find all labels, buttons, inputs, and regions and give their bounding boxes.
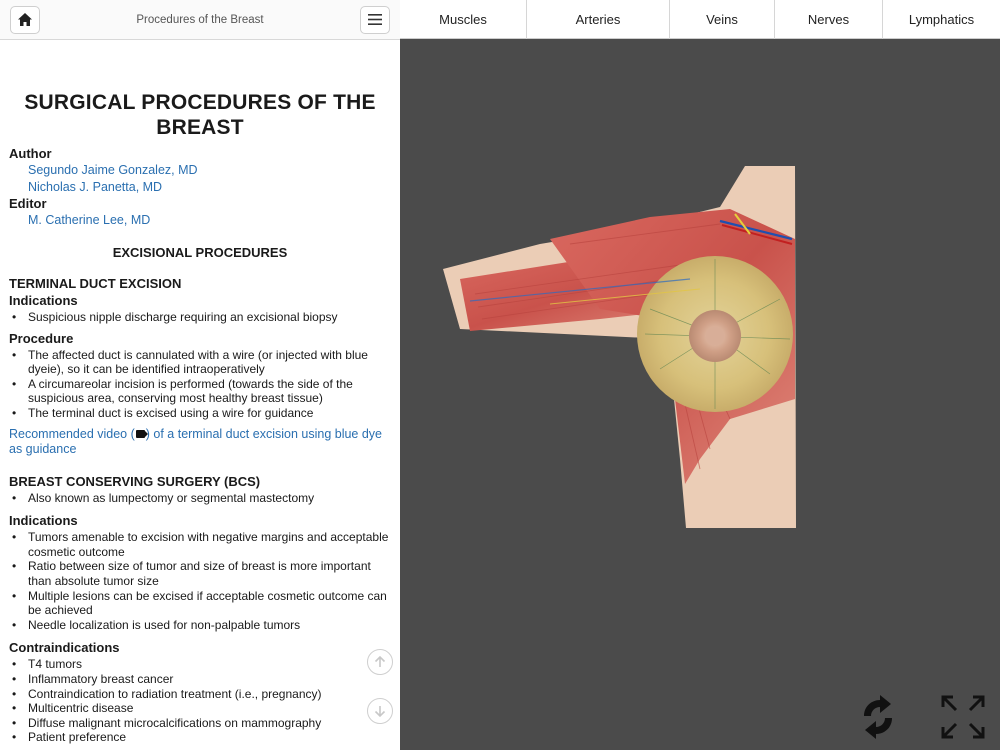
section-title: EXCISIONAL PROCEDURES (112, 245, 288, 260)
list-item: Patient preference (9, 730, 391, 745)
home-button[interactable] (10, 5, 40, 34)
menu-button[interactable] (360, 5, 390, 34)
layer-tabs: Muscles Arteries Veins Nerves Lymphatics (400, 0, 1000, 39)
aka-list: Also known as lumpectomy or segmental ma… (9, 491, 391, 506)
list-item: Contraindication to radiation treatment … (9, 687, 391, 702)
list-item: The affected duct is cannulated with a w… (9, 348, 391, 377)
arrow-up-circle-icon (374, 655, 386, 667)
author-label: Author (9, 146, 52, 161)
list-item: Needle localization is used for non-palp… (9, 618, 391, 633)
contraindications-list: T4 tumors Inflammatory breast cancer Con… (9, 657, 391, 745)
list-item: Tumors amenable to excision with negativ… (9, 530, 391, 559)
recommended-video-link[interactable]: Recommended video () of a terminal duct … (9, 427, 391, 458)
3d-viewer[interactable] (400, 39, 1000, 750)
tab-lymphatics[interactable]: Lymphatics (883, 0, 1000, 39)
indications-label: Indications (9, 513, 78, 529)
list-item: A circumareolar incision is performed (t… (9, 377, 391, 406)
list-item: Multiple lesions can be excised if accep… (9, 589, 391, 618)
content-topbar: Procedures of the Breast (0, 0, 400, 40)
tab-veins[interactable]: Veins (670, 0, 775, 39)
content-panel: Procedures of the Breast SURGICAL PROCED… (0, 0, 400, 750)
tab-arteries[interactable]: Arteries (527, 0, 670, 39)
document-title: SURGICAL PROCEDURES OF THE BREAST (24, 91, 376, 139)
indications-list: Tumors amenable to excision with negativ… (9, 530, 391, 632)
fullscreen-button[interactable] (940, 694, 986, 745)
procedure-label: Procedure (9, 330, 74, 346)
indications-label: Indications (9, 293, 78, 308)
procedure-title: BREAST CONSERVING SURGERY (BCS) (9, 473, 261, 489)
procedure-list: The affected duct is cannulated with a w… (9, 348, 391, 421)
list-item: Also known as lumpectomy or segmental ma… (9, 491, 391, 506)
rotate-icon (864, 695, 892, 739)
list-item: Ratio between size of tumor and size of … (9, 559, 391, 588)
tab-muscles[interactable]: Muscles (400, 0, 527, 39)
scroll-up-button[interactable] (367, 649, 393, 675)
list-item: The terminal duct is excised using a wir… (9, 406, 391, 421)
editor-link[interactable]: M. Catherine Lee, MD (9, 212, 391, 229)
list-item: Diffuse malignant microcalcifications on… (9, 716, 391, 731)
menu-icon (368, 14, 382, 25)
contraindications-label: Contraindications (9, 640, 120, 656)
scroll-down-button[interactable] (367, 698, 393, 724)
document-content: SURGICAL PROCEDURES OF THE BREAST Author… (0, 90, 400, 745)
panel-title: Procedures of the Breast (136, 13, 264, 26)
rotate-button[interactable] (858, 694, 898, 745)
viewer-panel: Muscles Arteries Veins Nerves Lymphatics (400, 0, 1000, 750)
video-camera-icon (135, 430, 148, 439)
breast-anatomy-model[interactable] (400, 39, 1000, 750)
list-item: T4 tumors (9, 657, 391, 672)
procedure-title: TERMINAL DUCT EXCISION (9, 276, 182, 291)
list-item: Suspicious nipple discharge requiring an… (9, 310, 391, 325)
editor-label: Editor (9, 196, 47, 211)
list-item: Inflammatory breast cancer (9, 672, 391, 687)
tab-nerves[interactable]: Nerves (775, 0, 883, 39)
fullscreen-icon (941, 695, 985, 739)
author-link[interactable]: Segundo Jaime Gonzalez, MD (9, 162, 391, 179)
list-item: Multicentric disease (9, 701, 391, 716)
home-icon (18, 13, 32, 26)
arrow-down-circle-icon (374, 706, 386, 718)
author-link[interactable]: Nicholas J. Panetta, MD (9, 179, 391, 196)
indications-list: Suspicious nipple discharge requiring an… (9, 310, 391, 325)
